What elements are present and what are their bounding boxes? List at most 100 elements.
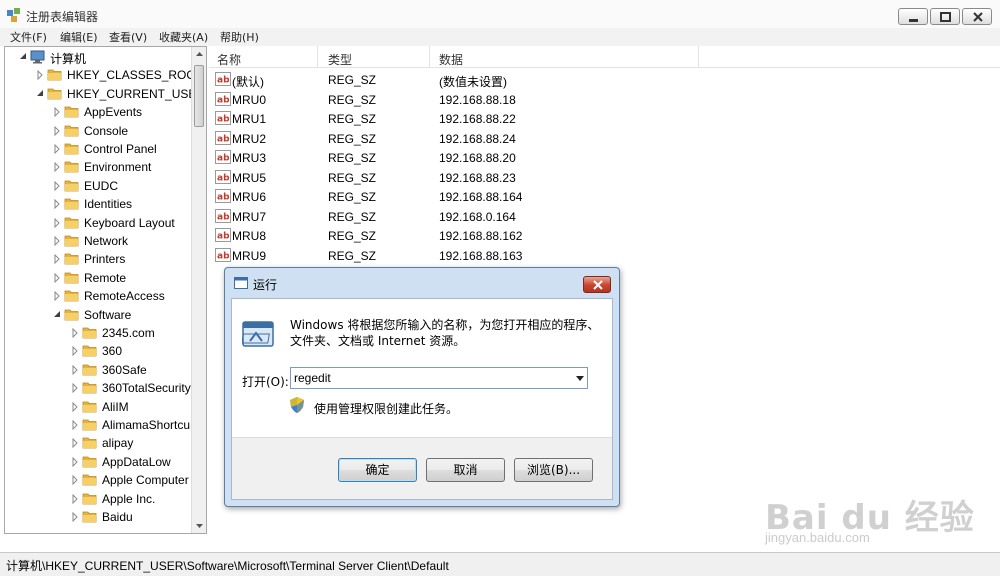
list-row[interactable]: ab MRU2 REG_SZ 192.168.88.24: [209, 129, 709, 148]
registry-tree[interactable]: 计算机 HKEY_CLASSES_ROOT HKEY_CURRENT_USER App…: [4, 46, 207, 534]
collapsed-arrow-icon[interactable]: [71, 475, 79, 486]
collapsed-arrow-icon[interactable]: [71, 456, 79, 467]
collapsed-arrow-icon[interactable]: [53, 144, 61, 154]
dropdown-arrow-icon[interactable]: [576, 376, 584, 381]
tree-node-computer[interactable]: 计算机: [5, 48, 191, 66]
cancel-button[interactable]: 取消: [426, 458, 505, 482]
scroll-up-icon[interactable]: [195, 50, 204, 59]
tree-node-label: 360TotalSecurity: [102, 381, 191, 396]
column-divider[interactable]: [429, 46, 430, 68]
collapsed-arrow-icon[interactable]: [53, 107, 61, 118]
tree-node[interactable]: Software: [5, 306, 191, 324]
expanded-arrow-icon[interactable]: [36, 89, 44, 99]
tree-node[interactable]: HKEY_CLASSES_ROOT: [5, 66, 203, 84]
column-name[interactable]: 名称: [217, 51, 241, 68]
collapsed-arrow-icon[interactable]: [71, 420, 79, 430]
collapsed-arrow-icon[interactable]: [71, 512, 79, 522]
tree-node[interactable]: Apple Computer: [5, 471, 191, 489]
list-row[interactable]: ab MRU6 REG_SZ 192.168.88.164: [209, 187, 709, 206]
tree-node[interactable]: Network: [5, 232, 191, 250]
collapsed-arrow-icon[interactable]: [71, 346, 79, 357]
list-row[interactable]: ab MRU8 REG_SZ 192.168.88.162: [209, 226, 709, 245]
tree-node[interactable]: Environment: [5, 158, 191, 176]
reg-sz-icon: ab: [215, 247, 231, 262]
browse-button[interactable]: 浏览(B)...: [514, 458, 593, 482]
tree-node[interactable]: Remote: [5, 269, 191, 287]
menu-edit[interactable]: 编辑(E): [60, 29, 98, 45]
collapsed-arrow-icon[interactable]: [36, 70, 44, 81]
tree-node[interactable]: AlimamaShortcu: [5, 416, 191, 434]
collapsed-arrow-icon[interactable]: [71, 401, 79, 412]
value-type: REG_SZ: [328, 209, 377, 224]
folder-icon: [82, 437, 97, 449]
list-row[interactable]: ab MRU1 REG_SZ 192.168.88.22: [209, 109, 709, 128]
collapsed-arrow-icon[interactable]: [71, 438, 79, 449]
collapsed-arrow-icon[interactable]: [71, 383, 79, 394]
tree-node[interactable]: Control Panel: [5, 140, 191, 158]
ok-button[interactable]: 确定: [338, 458, 417, 482]
tree-node[interactable]: EUDC: [5, 177, 191, 195]
list-row[interactable]: ab MRU7 REG_SZ 192.168.0.164: [209, 207, 709, 226]
list-row[interactable]: ab MRU5 REG_SZ 192.168.88.23: [209, 168, 709, 187]
collapsed-arrow-icon[interactable]: [53, 180, 61, 191]
tree-node[interactable]: HKEY_CURRENT_USER: [5, 85, 205, 103]
scroll-down-icon[interactable]: [195, 521, 204, 530]
collapsed-arrow-icon[interactable]: [53, 291, 61, 302]
open-combobox[interactable]: regedit: [290, 367, 588, 389]
dialog-close-button[interactable]: [583, 276, 611, 293]
list-header: 名称 类型 数据: [209, 46, 1000, 68]
tree-node[interactable]: Apple Inc.: [5, 490, 191, 508]
column-divider[interactable]: [698, 46, 699, 68]
tree-node[interactable]: AppEvents: [5, 103, 191, 121]
menu-help[interactable]: 帮助(H): [220, 29, 259, 45]
collapsed-arrow-icon[interactable]: [53, 199, 61, 210]
tree-node[interactable]: 360TotalSecurity: [5, 379, 191, 397]
collapsed-arrow-icon[interactable]: [71, 364, 79, 375]
value-data: 192.168.88.18: [439, 92, 516, 107]
open-input-value[interactable]: regedit: [294, 371, 331, 385]
tree-node[interactable]: AliIM: [5, 398, 191, 416]
expanded-arrow-icon[interactable]: [19, 52, 27, 62]
list-row[interactable]: ab MRU0 REG_SZ 192.168.88.18: [209, 90, 709, 109]
column-divider[interactable]: [317, 46, 318, 68]
expanded-arrow-icon[interactable]: [53, 310, 61, 320]
collapsed-arrow-icon[interactable]: [53, 217, 61, 228]
collapsed-arrow-icon[interactable]: [53, 236, 61, 246]
tree-node[interactable]: RemoteAccess: [5, 287, 191, 305]
list-row[interactable]: ab (默认) REG_SZ (数值未设置): [209, 70, 709, 89]
collapsed-arrow-icon[interactable]: [53, 272, 61, 283]
scroll-thumb[interactable]: [194, 65, 204, 127]
list-row[interactable]: ab MRU9 REG_SZ 192.168.88.163: [209, 246, 709, 265]
maximize-button[interactable]: [930, 8, 960, 25]
status-bar: 计算机\HKEY_CURRENT_USER\Software\Microsoft…: [0, 552, 1000, 576]
tree-node[interactable]: 2345.com: [5, 324, 191, 342]
collapsed-arrow-icon[interactable]: [53, 125, 61, 136]
collapsed-arrow-icon[interactable]: [71, 328, 79, 338]
column-type[interactable]: 类型: [328, 51, 352, 68]
tree-scrollbar[interactable]: [191, 47, 206, 533]
minimize-button[interactable]: [898, 8, 928, 25]
reg-sz-icon: ab: [215, 189, 231, 203]
tree-node[interactable]: Keyboard Layout: [5, 214, 191, 232]
column-data[interactable]: 数据: [439, 51, 463, 68]
close-button[interactable]: [962, 8, 992, 25]
run-window-icon: [234, 277, 248, 289]
menu-favorites[interactable]: 收藏夹(A): [159, 29, 208, 45]
tree-node[interactable]: Baidu: [5, 508, 191, 526]
tree-node[interactable]: Console: [5, 122, 191, 140]
tree-node[interactable]: Printers: [5, 250, 191, 268]
tree-node[interactable]: 360Safe: [5, 361, 191, 379]
tree-node[interactable]: alipay: [5, 434, 191, 452]
tree-node[interactable]: 360: [5, 342, 191, 360]
folder-icon: [82, 401, 97, 412]
menu-file[interactable]: 文件(F): [10, 29, 47, 45]
menu-view[interactable]: 查看(V): [109, 29, 147, 45]
collapsed-arrow-icon[interactable]: [53, 162, 61, 173]
svg-text:ab: ab: [217, 154, 230, 164]
tree-node[interactable]: Identities: [5, 195, 191, 213]
collapsed-arrow-icon[interactable]: [71, 493, 79, 504]
list-row[interactable]: ab MRU3 REG_SZ 192.168.88.20: [209, 148, 709, 167]
tree-node-label: Console: [84, 123, 129, 138]
tree-node[interactable]: AppDataLow: [5, 453, 191, 471]
collapsed-arrow-icon[interactable]: [53, 254, 61, 265]
